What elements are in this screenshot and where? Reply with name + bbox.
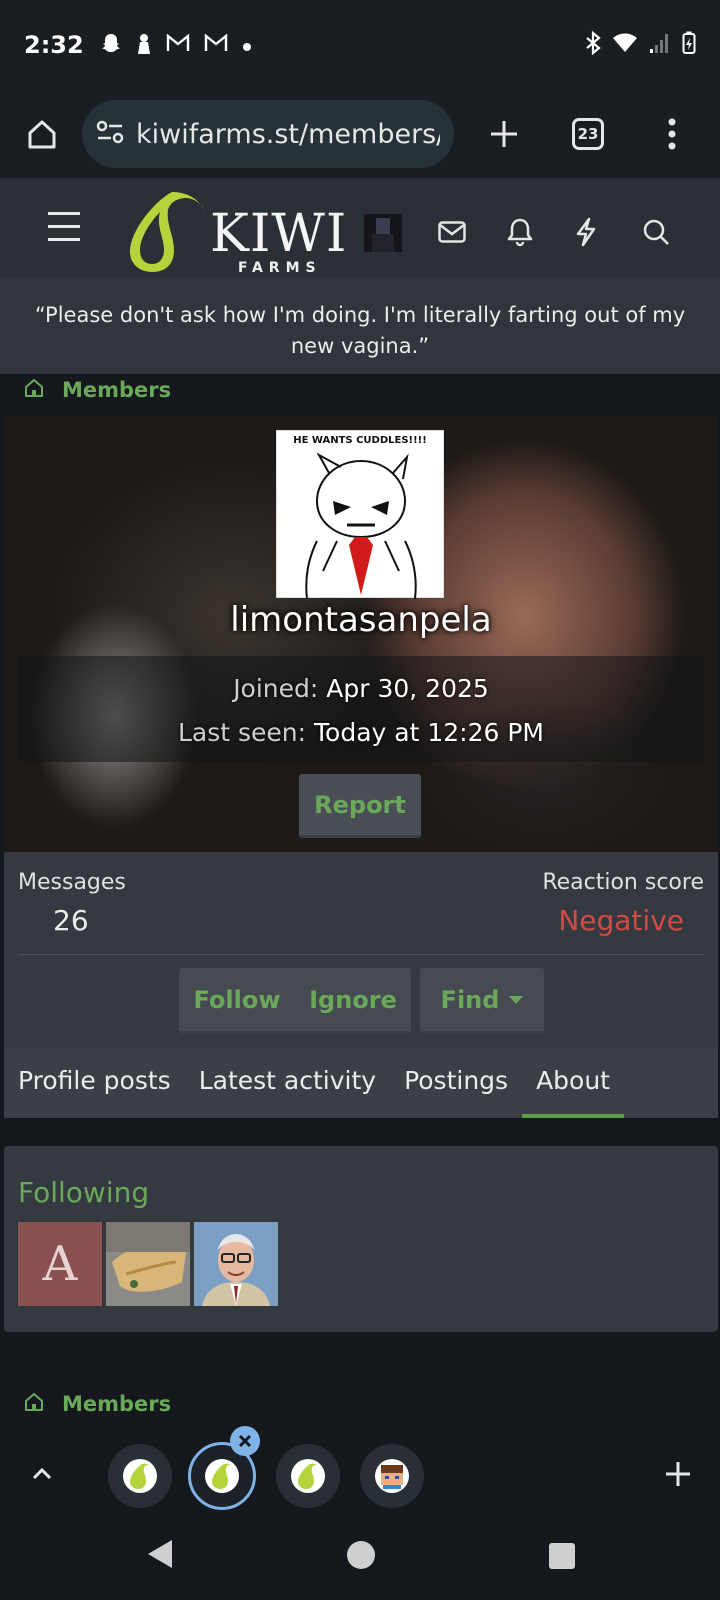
breadcrumb: Members (24, 370, 171, 410)
system-icons (584, 30, 696, 60)
pixel-avatar-icon (375, 1459, 409, 1493)
joined-value: Apr 30, 2025 (326, 674, 489, 703)
profile-avatar[interactable]: HE WANTS CUDDLES!!!! (276, 430, 444, 599)
url-text[interactable]: kiwifarms.st/members/lir (136, 119, 440, 150)
following-avatar-letter[interactable]: A (18, 1222, 102, 1306)
joined-row: Joined: Apr 30, 2025 (18, 674, 704, 703)
back-triangle-icon (148, 1540, 172, 1568)
gmail-icon (166, 33, 190, 57)
back-button[interactable] (144, 1538, 174, 1574)
dot-icon (242, 33, 252, 57)
profile-username: limontasanpela (230, 600, 492, 640)
bluetooth-icon (584, 30, 602, 60)
status-bar: 2:32 (0, 0, 720, 90)
address-bar[interactable]: kiwifarms.st/members/lir (82, 100, 454, 168)
wifi-icon (612, 33, 638, 58)
system-nav-bar (0, 1516, 720, 1600)
avatar-drawing-icon (305, 452, 417, 599)
logo-subtext: FARMS (238, 260, 322, 276)
chevron-down-icon (509, 995, 524, 1004)
home-nav-button[interactable] (346, 1540, 376, 1574)
home-button[interactable] (16, 108, 68, 160)
plus-icon (666, 1462, 690, 1486)
ignore-button[interactable]: Ignore (295, 968, 411, 1031)
status-time: 2:32 (24, 31, 84, 59)
keyhole-icon (136, 32, 152, 59)
kiwi-favicon-icon (205, 1459, 239, 1493)
find-button-label: Find (440, 985, 500, 1014)
last-seen-value[interactable]: Today at 12:26 PM (314, 718, 544, 747)
profile-cover: HE WANTS CUDDLES!!!! limontasanpela Join… (4, 416, 718, 852)
kiwi-favicon-icon (123, 1459, 157, 1493)
follow-button[interactable]: Follow (179, 968, 295, 1031)
signal-icon (648, 31, 672, 60)
kiwi-logo-icon (130, 192, 204, 272)
site-header: KIWI FARMS (0, 178, 720, 278)
profile-stats: Joined: Apr 30, 2025 Last seen: Today at… (18, 656, 704, 762)
following-block: Following A (4, 1146, 718, 1332)
new-tab-button[interactable] (478, 108, 530, 160)
collapse-tabs-button[interactable] (28, 1460, 56, 1492)
header-quote: “Please don't ask how I'm doing. I'm lit… (0, 278, 720, 374)
browser-tab-strip (0, 1426, 720, 1516)
breadcrumb-members-link[interactable]: Members (62, 1392, 171, 1416)
site-settings-icon[interactable] (96, 119, 124, 149)
plus-icon (491, 121, 517, 147)
account-avatar[interactable] (364, 214, 402, 252)
inbox-icon[interactable] (432, 212, 472, 252)
gmail-icon-2 (204, 33, 228, 57)
avatar-letter: A (42, 1236, 78, 1292)
tab-count: 23 (572, 118, 604, 150)
report-button[interactable]: Report (299, 774, 421, 838)
menu-icon[interactable] (48, 212, 80, 251)
breadcrumb-members-link[interactable]: Members (62, 378, 171, 402)
find-button[interactable]: Find (420, 968, 544, 1034)
tab-postings[interactable]: Postings (390, 1048, 522, 1118)
kiwi-favicon-icon (291, 1459, 325, 1493)
strip-tab-1[interactable] (108, 1444, 172, 1508)
site-logo[interactable]: KIWI FARMS (126, 190, 346, 278)
more-vertical-icon (668, 118, 676, 150)
notification-icons (100, 32, 252, 59)
battery-icon (682, 31, 696, 60)
last-seen-label: Last seen: (178, 718, 307, 747)
breadcrumb-bottom: Members (24, 1384, 171, 1424)
snapchat-icon (100, 32, 122, 59)
following-title: Following (18, 1176, 150, 1209)
browser-toolbar: kiwifarms.st/members/lir 23 (0, 90, 720, 178)
tab-switcher-button[interactable]: 23 (562, 108, 614, 160)
close-tab-button[interactable] (230, 1426, 260, 1456)
tab-latest-activity[interactable]: Latest activity (185, 1048, 390, 1118)
lightning-icon[interactable] (566, 212, 606, 252)
recents-square-icon (549, 1543, 575, 1569)
messages-label: Messages (18, 870, 126, 895)
summary-divider (18, 954, 704, 955)
tab-profile-posts[interactable]: Profile posts (18, 1048, 185, 1118)
joined-label: Joined: (233, 674, 319, 703)
tab-about[interactable]: About (522, 1048, 624, 1118)
add-tab-button[interactable] (664, 1460, 692, 1492)
recents-button[interactable] (548, 1542, 576, 1574)
home-circle-icon (347, 1541, 375, 1569)
bell-icon[interactable] (500, 212, 540, 252)
home-icon (28, 120, 56, 149)
home-icon[interactable] (24, 378, 44, 402)
last-seen-row: Last seen: Today at 12:26 PM (18, 718, 704, 747)
search-icon[interactable] (636, 212, 676, 252)
browser-menu-button[interactable] (646, 108, 698, 160)
profile-tabs: Profile posts Latest activity Postings A… (4, 1048, 718, 1118)
strip-tab-3[interactable] (276, 1444, 340, 1508)
member-summary: Messages 26 Reaction score Negative Foll… (4, 852, 718, 1048)
home-icon[interactable] (24, 1392, 44, 1416)
logo-text: KIWI (210, 204, 348, 264)
follow-ignore-group: Follow Ignore (179, 968, 411, 1034)
reaction-score-value: Negative (558, 904, 684, 937)
reaction-score-label: Reaction score (542, 870, 704, 895)
close-icon (238, 1434, 252, 1448)
messages-value[interactable]: 26 (53, 904, 89, 937)
following-avatar-food[interactable] (106, 1222, 190, 1306)
chevron-up-icon (32, 1467, 52, 1480)
following-avatar-man[interactable] (194, 1222, 278, 1306)
strip-tab-4[interactable] (360, 1444, 424, 1508)
